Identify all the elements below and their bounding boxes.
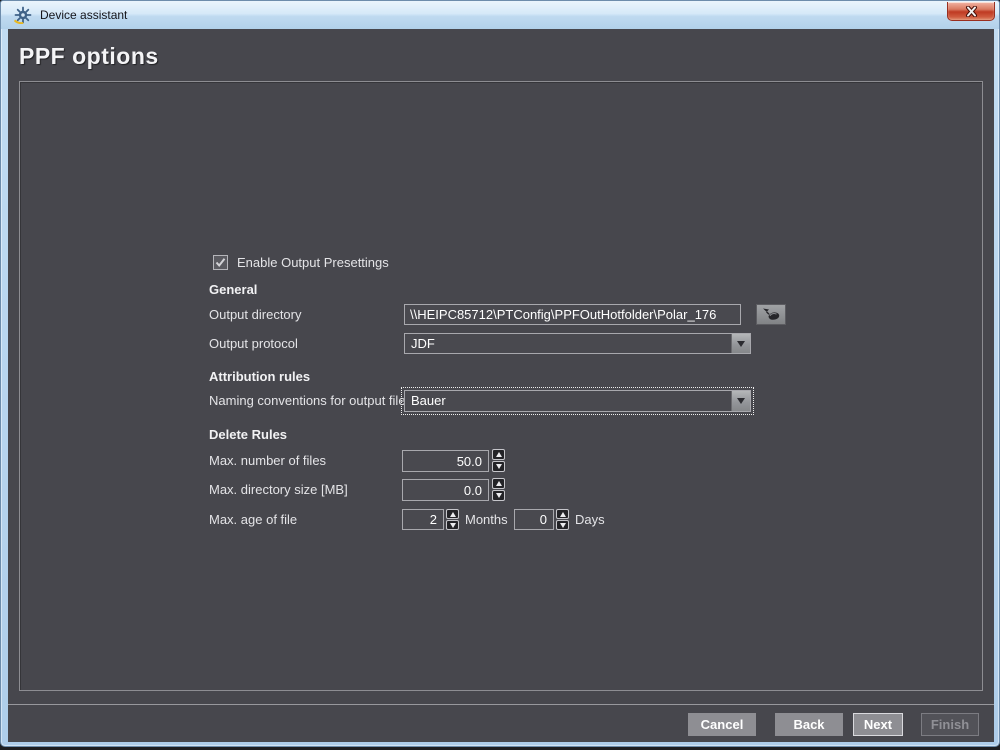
section-delete-rules: Delete Rules xyxy=(209,427,287,442)
finish-button: Finish xyxy=(921,713,979,736)
output-protocol-value: JDF xyxy=(405,334,731,353)
titlebar[interactable]: Device assistant xyxy=(1,1,999,29)
spin-down-button[interactable] xyxy=(556,520,569,530)
max-files-input[interactable] xyxy=(402,450,489,472)
max-age-days-input[interactable] xyxy=(514,509,554,530)
arrow-down-icon xyxy=(496,464,502,469)
enable-presettings-label: Enable Output Presettings xyxy=(237,255,389,270)
window-title: Device assistant xyxy=(40,8,127,22)
output-protocol-label: Output protocol xyxy=(209,333,298,354)
arrow-up-icon xyxy=(496,481,502,486)
output-protocol-select[interactable]: JDF xyxy=(404,333,751,354)
close-icon xyxy=(965,6,978,17)
enable-presettings-checkbox[interactable] xyxy=(213,255,228,270)
back-button[interactable]: Back xyxy=(775,713,843,736)
device-assistant-window: Device assistant PPF options Enable Outp… xyxy=(0,0,1000,747)
output-directory-input[interactable] xyxy=(404,304,741,325)
arrow-down-icon xyxy=(450,523,456,528)
spin-up-button[interactable] xyxy=(492,478,505,489)
output-protocol-arrow-button[interactable] xyxy=(731,334,750,353)
wizard-content: PPF options Enable Output Presettings Ge… xyxy=(8,29,994,742)
naming-conventions-label: Naming conventions for output file xyxy=(209,390,406,412)
spin-up-button[interactable] xyxy=(556,509,569,519)
prinect-gear-icon xyxy=(14,6,32,24)
browse-directory-button[interactable] xyxy=(756,304,786,325)
hand-browse-icon xyxy=(761,307,781,322)
months-stepper xyxy=(446,509,459,530)
options-panel xyxy=(19,81,983,691)
naming-conventions-arrow-button[interactable] xyxy=(731,391,750,411)
days-unit-label: Days xyxy=(575,509,605,530)
spin-down-button[interactable] xyxy=(492,461,505,472)
max-files-stepper xyxy=(492,449,505,472)
next-button[interactable]: Next xyxy=(853,713,903,736)
chevron-down-icon xyxy=(737,341,745,347)
close-button[interactable] xyxy=(947,2,995,21)
max-age-months-input[interactable] xyxy=(402,509,444,530)
arrow-down-icon xyxy=(560,523,566,528)
months-unit-label: Months xyxy=(465,509,508,530)
max-files-label: Max. number of files xyxy=(209,450,326,472)
arrow-up-icon xyxy=(496,452,502,457)
arrow-down-icon xyxy=(496,493,502,498)
max-dir-size-stepper xyxy=(492,478,505,501)
section-attribution-rules: Attribution rules xyxy=(209,369,310,384)
days-stepper xyxy=(556,509,569,530)
cancel-button[interactable]: Cancel xyxy=(688,713,756,736)
spin-up-button[interactable] xyxy=(492,449,505,460)
checkmark-icon xyxy=(215,257,226,268)
max-dir-size-input[interactable] xyxy=(402,479,489,501)
page-title: PPF options xyxy=(19,43,159,70)
footer-divider xyxy=(8,704,994,705)
spin-down-button[interactable] xyxy=(492,490,505,501)
arrow-up-icon xyxy=(560,512,566,517)
output-directory-label: Output directory xyxy=(209,304,302,325)
naming-conventions-value: Bauer xyxy=(405,391,731,411)
arrow-up-icon xyxy=(450,512,456,517)
max-age-label: Max. age of file xyxy=(209,509,297,530)
spin-down-button[interactable] xyxy=(446,520,459,530)
max-dir-size-label: Max. directory size [MB] xyxy=(209,479,348,501)
chevron-down-icon xyxy=(737,398,745,404)
spin-up-button[interactable] xyxy=(446,509,459,519)
naming-conventions-select[interactable]: Bauer xyxy=(404,390,751,412)
enable-presettings-row: Enable Output Presettings xyxy=(213,255,389,270)
section-general: General xyxy=(209,282,257,297)
